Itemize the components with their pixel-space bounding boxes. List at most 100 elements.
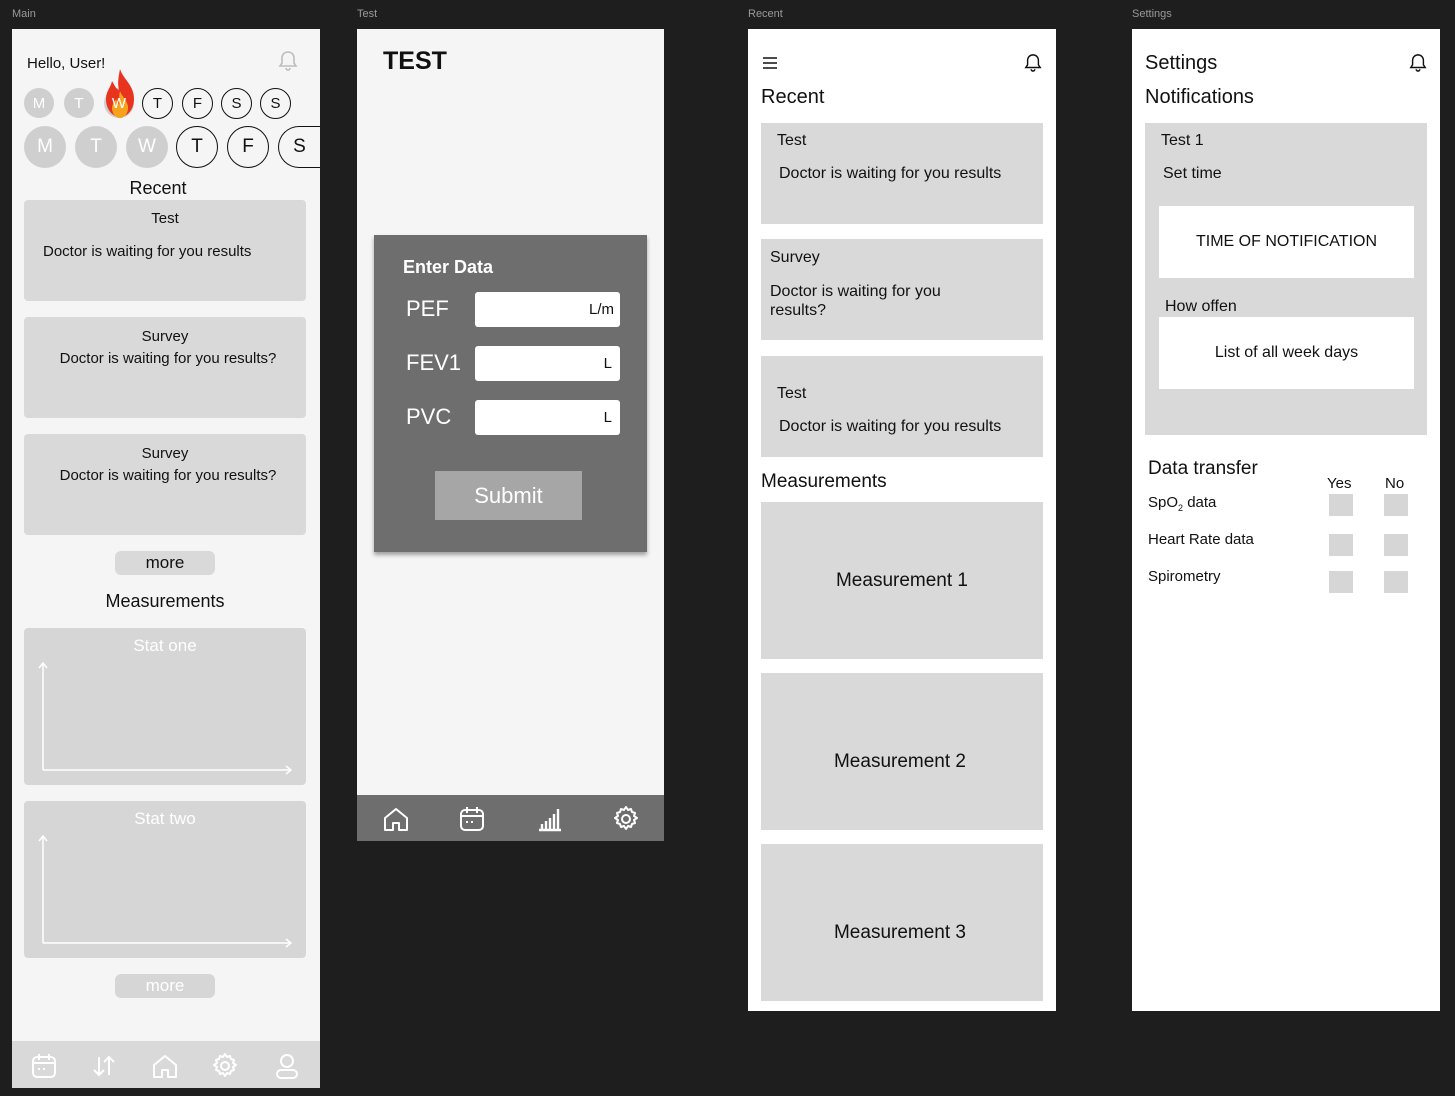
- recent-card[interactable]: Test Doctor is waiting for you results: [761, 356, 1043, 457]
- frame-label-recent: Recent: [748, 8, 783, 20]
- home-icon[interactable]: [150, 1051, 180, 1081]
- greeting: Hello, User!: [27, 55, 106, 72]
- recent-card-title: Survey: [141, 328, 189, 345]
- bottom-nav: [357, 795, 664, 841]
- week1-day-tue[interactable]: T: [64, 88, 94, 118]
- spo2-no-checkbox[interactable]: [1384, 494, 1408, 516]
- notification-panel: Test 1 Set time TIME OF NOTIFICATION How…: [1145, 123, 1427, 435]
- set-time-label: Set time: [1163, 165, 1222, 182]
- bar-chart-icon[interactable]: [534, 804, 564, 834]
- recent-section-title: Recent: [129, 178, 187, 198]
- measurement-label: Measurement 2: [833, 751, 966, 772]
- week1-day-sat[interactable]: S: [221, 88, 252, 119]
- data-transfer-title: Data transfer: [1148, 458, 1258, 479]
- week1-day-fri[interactable]: F: [182, 88, 213, 119]
- measurement-card[interactable]: Measurement 1: [761, 502, 1043, 659]
- more-stats-button[interactable]: more: [115, 974, 215, 998]
- page-title: TEST: [383, 47, 447, 75]
- bell-icon[interactable]: [1409, 53, 1427, 73]
- page-title: Recent: [761, 86, 825, 108]
- recent-card[interactable]: Test Doctor is waiting for you results: [24, 200, 306, 301]
- time-of-notification-field[interactable]: TIME OF NOTIFICATION: [1159, 206, 1414, 278]
- recent-card-body: Doctor is waiting for you results: [779, 165, 1002, 182]
- week1-day-wed-label: W: [111, 94, 127, 112]
- submit-button[interactable]: Submit: [435, 471, 582, 520]
- recent-card[interactable]: Survey Doctor is waiting for you results…: [24, 317, 306, 418]
- week2-day-wed[interactable]: W: [126, 126, 168, 168]
- measurement-card[interactable]: Measurement 2: [761, 673, 1043, 830]
- frame-label-main: Main: [12, 8, 36, 20]
- swap-arrows-icon[interactable]: [89, 1051, 119, 1081]
- recent-card-title: Survey: [770, 249, 820, 266]
- recent-card[interactable]: Survey Doctor is waiting for you results…: [761, 239, 1043, 340]
- bottom-nav: [12, 1041, 320, 1088]
- measurements-section-title: Measurements: [761, 471, 887, 492]
- measurements-section-title: Measurements: [105, 591, 225, 611]
- spirometry-label: Spirometry: [1148, 568, 1221, 585]
- week2-day-mon[interactable]: M: [24, 126, 66, 168]
- notifications-title: Notifications: [1145, 86, 1254, 108]
- stat-card[interactable]: Stat one: [24, 628, 306, 785]
- week1-day-mon[interactable]: M: [24, 88, 54, 118]
- spirometry-no-checkbox[interactable]: [1384, 571, 1408, 593]
- form-title: Enter Data: [403, 257, 494, 277]
- recent-card-title: Test: [777, 132, 807, 149]
- spo2-yes-checkbox[interactable]: [1329, 494, 1353, 516]
- recent-card-title: Test: [777, 385, 807, 402]
- home-icon[interactable]: [381, 804, 411, 834]
- gear-icon[interactable]: [210, 1051, 240, 1081]
- spo2-label-suffix: data: [1183, 494, 1217, 511]
- settings-screen: Settings Notifications Test 1 Set time T…: [1132, 29, 1440, 1011]
- recent-card-body: Doctor is waiting for you results: [779, 418, 1002, 435]
- stat-card-title: Stat two: [134, 809, 196, 828]
- heart-rate-data-label: Heart Rate data: [1148, 531, 1254, 548]
- stat-axes: [38, 834, 293, 948]
- measurement-card[interactable]: Measurement 3: [761, 844, 1043, 1001]
- stat-axes: [38, 661, 293, 775]
- bell-icon[interactable]: [1024, 53, 1042, 73]
- how-often-label: How offen: [1165, 298, 1237, 315]
- menu-icon[interactable]: [762, 56, 778, 70]
- page-title: Settings: [1145, 52, 1218, 74]
- enter-data-form: Enter Data PEF L/m FEV1 L PVC L Submit: [374, 235, 647, 552]
- fev1-label: FEV1: [406, 350, 462, 375]
- recent-card-body: Doctor is waiting for you results?: [59, 350, 277, 367]
- pef-label: PEF: [406, 296, 449, 321]
- recent-screen: Recent Test Doctor is waiting for you re…: [748, 29, 1056, 1011]
- user-icon[interactable]: [272, 1051, 302, 1081]
- frame-label-test: Test: [357, 8, 378, 20]
- week1-day-sun[interactable]: S: [260, 88, 291, 119]
- week2-day-fri[interactable]: F: [227, 126, 269, 168]
- pvc-input[interactable]: L: [475, 400, 620, 435]
- frame-label-settings: Settings: [1132, 8, 1172, 20]
- recent-card[interactable]: Test Doctor is waiting for you results: [761, 123, 1043, 224]
- weekdays-select[interactable]: List of all week days: [1159, 317, 1414, 389]
- week2-day-tue[interactable]: T: [75, 126, 117, 168]
- week2-day-thu[interactable]: T: [176, 126, 218, 168]
- calendar-icon[interactable]: [29, 1051, 59, 1081]
- pef-input[interactable]: L/m: [475, 292, 620, 327]
- gear-icon[interactable]: [611, 804, 641, 834]
- week1-day-thu[interactable]: T: [142, 88, 173, 119]
- spo2-label-prefix: SpO: [1148, 494, 1179, 511]
- spo2-data-label: SpO2 data: [1148, 494, 1216, 513]
- calendar-icon[interactable]: [457, 804, 487, 834]
- yes-column-label: Yes: [1327, 475, 1352, 492]
- recent-card[interactable]: Survey Doctor is waiting for you results…: [24, 434, 306, 535]
- bell-icon[interactable]: [278, 50, 298, 72]
- test-screen: TEST Enter Data PEF L/m FEV1 L PVC L Sub…: [357, 29, 664, 841]
- stat-card[interactable]: Stat two: [24, 801, 306, 958]
- week2-day-sat[interactable]: S: [278, 126, 320, 168]
- fev1-input[interactable]: L: [475, 346, 620, 381]
- recent-card-body: Doctor is waiting for you results?: [770, 283, 941, 319]
- notification-name: Test 1: [1161, 132, 1204, 149]
- spirometry-yes-checkbox[interactable]: [1329, 571, 1353, 593]
- heart-rate-yes-checkbox[interactable]: [1329, 534, 1353, 556]
- recent-card-body: Doctor is waiting for you results: [43, 243, 252, 260]
- measurement-label: Measurement 3: [833, 922, 966, 943]
- recent-card-title: Test: [151, 210, 179, 227]
- heart-rate-no-checkbox[interactable]: [1384, 534, 1408, 556]
- recent-card-title: Survey: [141, 445, 189, 462]
- more-recent-button[interactable]: more: [115, 551, 215, 575]
- no-column-label: No: [1385, 475, 1405, 492]
